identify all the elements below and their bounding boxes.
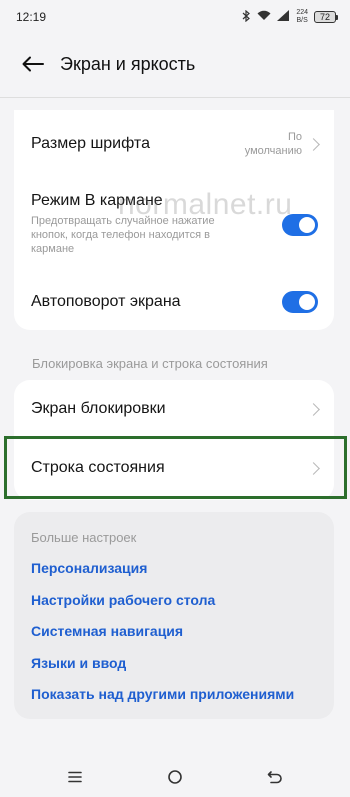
signal-icon	[277, 10, 290, 24]
back-icon[interactable]	[261, 763, 289, 791]
auto-rotate-row: Автоповорот экрана	[14, 274, 334, 330]
pocket-mode-label: Режим В кармане	[31, 192, 163, 209]
status-bar: 12:19 224 B/S 72	[0, 0, 350, 34]
display-settings-card: Размер шрифта По умолчанию Режим В карма…	[14, 110, 334, 330]
battery-indicator: 72	[314, 11, 338, 23]
menu-icon[interactable]	[61, 763, 89, 791]
pocket-mode-description-line3: кармане	[31, 243, 75, 255]
font-size-value-line2: умолчанию	[244, 145, 302, 157]
pocket-mode-row: Режим В кармане Предотвращать случайное …	[14, 182, 334, 262]
chevron-right-icon	[307, 403, 320, 416]
font-size-value: По умолчанию	[245, 130, 302, 158]
system-navbar	[0, 757, 350, 797]
font-size-value-line1: По	[287, 131, 302, 143]
lock-screen-row[interactable]: Экран блокировки	[14, 380, 334, 438]
link-personalization[interactable]: Персонализация	[31, 560, 147, 576]
lock-status-card: Экран блокировки Строка состояния	[14, 380, 334, 500]
lock-screen-label: Экран блокировки	[31, 400, 166, 417]
font-size-row[interactable]: Размер шрифта По умолчанию	[14, 110, 334, 174]
network-speed: 224 B/S	[296, 9, 308, 25]
chevron-right-icon	[307, 462, 320, 475]
header-divider	[0, 97, 350, 98]
more-settings-title: Больше настроек	[31, 530, 137, 545]
wifi-icon	[257, 10, 271, 24]
section-label-lock: Блокировка экрана и строка состояния	[32, 356, 268, 371]
pocket-mode-text: Режим В кармане Предотвращать случайное …	[31, 192, 271, 256]
auto-rotate-toggle[interactable]	[282, 291, 318, 313]
link-languages-input[interactable]: Языки и ввод	[31, 655, 126, 671]
speed-value: 224	[296, 9, 308, 16]
home-icon[interactable]	[161, 763, 189, 791]
auto-rotate-label: Автоповорот экрана	[31, 293, 181, 310]
status-time: 12:19	[16, 10, 47, 24]
pocket-mode-description-line2: кнопок, когда телефон находится в	[31, 229, 210, 241]
speed-unit: B/S	[296, 17, 308, 24]
bluetooth-icon	[242, 9, 251, 25]
header: Экран и яркость	[0, 44, 350, 84]
pocket-mode-description: Предотвращать случайное нажатие кнопок, …	[31, 214, 271, 256]
link-system-navigation[interactable]: Системная навигация	[31, 623, 183, 639]
pocket-mode-description-line1: Предотвращать случайное нажатие	[31, 215, 215, 227]
link-desktop-settings[interactable]: Настройки рабочего стола	[31, 592, 215, 608]
status-bar-label: Строка состояния	[31, 459, 165, 476]
page-title: Экран и яркость	[60, 53, 196, 74]
pocket-mode-toggle[interactable]	[282, 214, 318, 236]
back-arrow-icon[interactable]	[18, 49, 48, 79]
more-settings-card: Больше настроек Персонализация Настройки…	[14, 512, 334, 719]
link-display-over-apps[interactable]: Показать над другими приложениями	[31, 686, 294, 702]
status-icons: 224 B/S 72	[242, 9, 338, 25]
status-bar-row[interactable]: Строка состояния	[14, 438, 334, 500]
font-size-label: Размер шрифта	[31, 135, 150, 152]
chevron-right-icon	[307, 138, 320, 151]
